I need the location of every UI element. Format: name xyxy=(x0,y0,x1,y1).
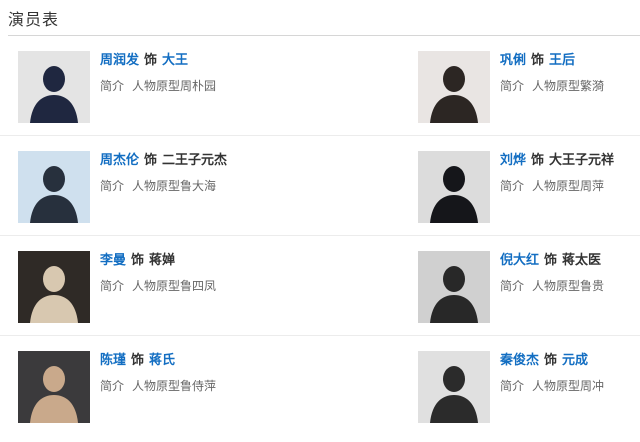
cast-card: 刘烨饰大王子元祥 简介 人物原型周萍 xyxy=(418,151,640,223)
intro-label: 简介 xyxy=(100,279,125,293)
intro-label: 简介 xyxy=(500,379,525,393)
intro-line: 简介 人物原型周朴园 xyxy=(100,78,275,94)
intro-line: 简介 人物原型鲁四凤 xyxy=(100,278,275,294)
intro-label: 简介 xyxy=(500,179,525,193)
actor-photo-image xyxy=(18,151,90,223)
role-name-link[interactable]: 王后 xyxy=(549,53,575,68)
actor-name-link[interactable]: 巩俐 xyxy=(500,53,526,68)
actor-photo[interactable] xyxy=(418,351,490,423)
as-label: 饰 xyxy=(144,53,158,68)
as-label: 饰 xyxy=(544,253,558,268)
cast-info: 周润发饰大王 简介 人物原型周朴园 xyxy=(100,51,275,94)
role-name-link[interactable]: 大王 xyxy=(162,53,188,68)
cast-info: 倪大红饰蒋太医 简介 人物原型鲁贵 xyxy=(500,251,640,294)
actor-photo[interactable] xyxy=(418,251,490,323)
cast-heading: 刘烨饰大王子元祥 xyxy=(500,152,640,170)
intro-label: 简介 xyxy=(100,179,125,193)
cast-card: 倪大红饰蒋太医 简介 人物原型鲁贵 xyxy=(418,251,640,323)
actor-name-link[interactable]: 秦俊杰 xyxy=(500,353,539,368)
actor-photo-image xyxy=(18,51,90,123)
intro-text: 人物原型繁漪 xyxy=(532,79,605,93)
actor-name-link[interactable]: 陈瑾 xyxy=(100,353,126,368)
actor-photo-image xyxy=(18,251,90,323)
cast-info: 刘烨饰大王子元祥 简介 人物原型周萍 xyxy=(500,151,640,194)
role-name: 二王子元杰 xyxy=(162,153,228,168)
cast-heading: 倪大红饰蒋太医 xyxy=(500,252,640,270)
as-label: 饰 xyxy=(531,153,545,168)
cast-row: 周润发饰大王 简介 人物原型周朴园 巩俐饰王后 简介 人物原型繁漪 xyxy=(0,36,640,136)
cast-card: 周润发饰大王 简介 人物原型周朴园 xyxy=(18,51,278,123)
cast-card: 陈瑾饰蒋氏简介 人物原型鲁侍萍 xyxy=(18,351,278,423)
actor-name-link[interactable]: 周润发 xyxy=(100,53,139,68)
cast-info: 巩俐饰王后简介 人物原型繁漪 xyxy=(500,51,640,94)
cast-heading: 周杰伦饰二王子元杰 xyxy=(100,152,275,170)
cast-grid: 周润发饰大王 简介 人物原型周朴园 巩俐饰王后 简介 人物原型繁漪 周杰伦饰二王子元杰 简介人… xyxy=(0,36,640,436)
cast-heading: 巩俐饰王后 xyxy=(500,52,640,70)
actor-photo[interactable] xyxy=(18,351,90,423)
actor-photo[interactable] xyxy=(18,151,90,223)
intro-text: 人物原型周朴园 xyxy=(132,79,217,93)
role-name-link[interactable]: 蒋氏 xyxy=(149,353,175,368)
cast-card: 秦俊杰饰元成 简介 人物原型周冲 xyxy=(418,351,640,423)
intro-line: 简介 人物原型鲁大海 xyxy=(100,178,275,194)
cast-heading: 李曼饰蒋婵 xyxy=(100,252,275,270)
as-label: 饰 xyxy=(131,253,145,268)
actor-photo[interactable] xyxy=(418,51,490,123)
role-name: 蒋太医 xyxy=(562,253,602,268)
intro-label: 简介 xyxy=(100,379,125,393)
cast-card: 李曼饰蒋婵简介 人物原型鲁四凤 xyxy=(18,251,278,323)
actor-photo-image xyxy=(18,351,90,423)
intro-text: 人物原型鲁贵 xyxy=(532,279,605,293)
cast-row: 周杰伦饰二王子元杰 简介 人物原型鲁大海 刘烨饰大王子元祥 简介 人物原型周萍 xyxy=(0,136,640,236)
role-name: 蒋婵 xyxy=(149,253,176,268)
intro-label: 简介 xyxy=(500,279,525,293)
intro-line: 简介 人物原型鲁侍萍 xyxy=(100,378,275,394)
intro-text: 人物原型周冲 xyxy=(532,379,605,393)
cast-card: 周杰伦饰二王子元杰 简介 人物原型鲁大海 xyxy=(18,151,278,223)
intro-line: 简介 人物原型鲁贵 xyxy=(500,278,640,294)
actor-name-link[interactable]: 李曼 xyxy=(100,253,126,268)
cast-info: 秦俊杰饰元成 简介 人物原型周冲 xyxy=(500,351,640,394)
cast-row: 李曼饰蒋婵 简介 人物原型鲁四凤 倪大红饰蒋太医 简介 人物原型鲁贵 xyxy=(0,236,640,336)
actor-photo-image xyxy=(418,151,490,223)
cast-heading: 周润发饰大王 xyxy=(100,52,275,70)
actor-photo[interactable] xyxy=(18,251,90,323)
cast-info: 周杰伦饰二王子元杰 简介 人物原型鲁大海 xyxy=(100,151,275,194)
intro-text: 人物原型鲁侍萍 xyxy=(132,379,217,393)
role-name-link[interactable]: 元成 xyxy=(562,353,588,368)
as-label: 饰 xyxy=(131,353,145,368)
cast-heading: 陈瑾饰蒋氏 xyxy=(100,352,275,370)
intro-label: 简介 xyxy=(100,79,125,93)
actor-photo-image xyxy=(418,351,490,423)
cast-list-page: 演员表 周润发饰大王 简介 人物原型周朴园 巩俐饰王后 简介 人物原型繁漪 周杰伦饰二王子元… xyxy=(0,0,640,442)
intro-line: 简介 人物原型周冲 xyxy=(500,378,640,394)
as-label: 饰 xyxy=(531,53,545,68)
intro-text: 人物原型鲁大海 xyxy=(132,179,217,193)
intro-text: 人物原型鲁四凤 xyxy=(132,279,217,293)
cast-row: 陈瑾饰蒋氏 简介 人物原型鲁侍萍 秦俊杰饰元成 简介 人物原型周冲 xyxy=(0,336,640,436)
role-name: 大王子元祥 xyxy=(549,153,615,168)
section-title: 演员表 xyxy=(8,10,60,29)
cast-heading: 秦俊杰饰元成 xyxy=(500,352,640,370)
actor-photo[interactable] xyxy=(18,51,90,123)
actor-name-link[interactable]: 周杰伦 xyxy=(100,153,139,168)
as-label: 饰 xyxy=(544,353,558,368)
intro-line: 简介 人物原型繁漪 xyxy=(500,78,640,94)
cast-card: 巩俐饰王后简介 人物原型繁漪 xyxy=(418,51,640,123)
actor-name-link[interactable]: 刘烨 xyxy=(500,153,526,168)
actor-photo-image xyxy=(418,251,490,323)
actor-photo-image xyxy=(418,51,490,123)
as-label: 饰 xyxy=(144,153,158,168)
actor-name-link[interactable]: 倪大红 xyxy=(500,253,539,268)
cast-info: 李曼饰蒋婵简介 人物原型鲁四凤 xyxy=(100,251,275,294)
intro-label: 简介 xyxy=(500,79,525,93)
intro-text: 人物原型周萍 xyxy=(532,179,605,193)
intro-line: 简介 人物原型周萍 xyxy=(500,178,640,194)
cast-info: 陈瑾饰蒋氏简介 人物原型鲁侍萍 xyxy=(100,351,275,394)
actor-photo[interactable] xyxy=(418,151,490,223)
